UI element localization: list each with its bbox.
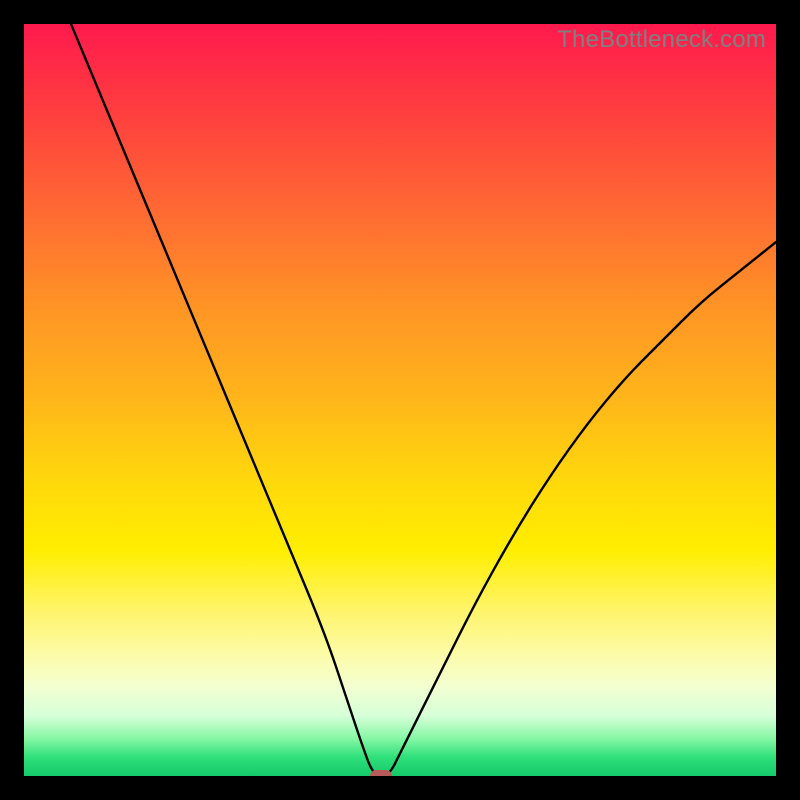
plot-area: TheBottleneck.com (24, 24, 776, 776)
optimal-point-marker (370, 770, 392, 776)
chart-frame: TheBottleneck.com (0, 0, 800, 800)
bottleneck-curve (24, 24, 776, 776)
